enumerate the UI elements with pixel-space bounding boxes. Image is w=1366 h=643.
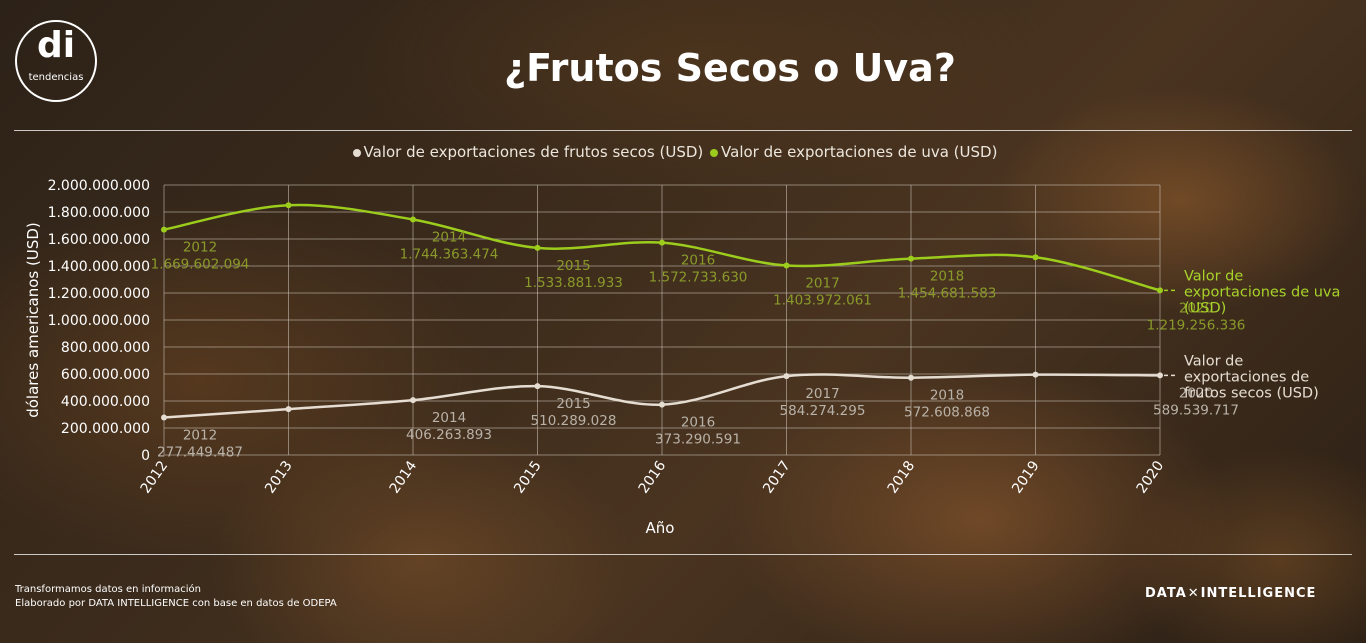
data-label-value-uva: 1.219.256.336 [1147,317,1246,333]
data-label-value-uva: 1.403.972.061 [773,292,872,308]
data-label-year-uva: 2016 [681,253,715,269]
data-point-uva [908,255,914,262]
data-point-frutos [659,401,665,408]
data-label-year-frutos: 2015 [556,396,590,412]
y-tick-label: 400.000.000 [61,394,150,410]
end-label-frutos: frutos secos (USD) [1184,385,1319,401]
end-label-uva: Valor de [1184,268,1243,284]
footer-credits: Transformamos datos en información Elabo… [15,583,337,611]
footer-source: Elaborado por DATA INTELLIGENCE con base… [15,598,337,609]
line-chart: 0 200.000.000 400.000.000 600.000.000 800.00… [24,178,1340,537]
data-point-frutos [908,374,914,381]
x-tick-label: 2017 [760,458,794,496]
data-point-uva [285,202,292,209]
data-label-year-uva: 2018 [930,269,964,285]
data-label-value-frutos: 510.289.028 [531,413,617,429]
data-label-value-frutos: 373.290.591 [655,432,741,448]
data-label-value-uva: 1.669.602.094 [151,257,250,273]
x-tick-label: 2016 [636,458,670,496]
brand-x-icon: ✕ [1187,586,1200,601]
data-point-frutos [1032,371,1039,378]
end-label-uva: exportaciones de uva [1184,284,1340,300]
data-point-frutos [410,397,416,404]
data-point-uva [1032,254,1039,261]
data-label-year-uva: 2015 [556,258,590,274]
data-label-value-frutos: 584.274.295 [780,403,866,419]
data-label-value-frutos: 406.263.893 [406,427,492,443]
data-label-year-frutos: 2017 [805,386,839,402]
data-point-uva [161,226,167,233]
x-tick-label: 2020 [1134,458,1168,496]
x-tick-label: 2019 [1009,458,1043,496]
data-label-value-frutos: 589.539.717 [1153,402,1239,418]
y-tick-label: 1.200.000.000 [48,286,150,302]
x-tick-label: 2013 [262,458,296,496]
data-label-value-uva: 1.572.733.630 [649,270,748,286]
y-axis-title: dólares americanos (USD) [24,222,42,418]
y-tick-label: 1.400.000.000 [48,259,150,275]
data-label-year-uva: 2014 [432,230,466,246]
y-tick-label: 1.600.000.000 [48,232,150,248]
brand-right: INTELLIGENCE [1200,586,1317,601]
end-label-frutos: exportaciones de [1184,369,1309,385]
data-point-uva [534,244,541,251]
y-tick-label: 600.000.000 [61,367,150,383]
y-tick-label: 1.000.000.000 [48,313,150,329]
data-intelligence-logo: DATA✕INTELLIGENCE [1145,586,1316,601]
x-tick-label: 2014 [387,458,421,496]
end-label-uva: (USD) [1184,300,1226,316]
data-label-year-uva: 2012 [183,240,217,256]
data-label-value-uva: 1.744.363.474 [400,247,499,263]
y-tick-label: 0 [141,448,150,464]
data-label-year-frutos: 2018 [930,388,964,404]
footer-tagline: Transformamos datos en información [15,584,201,595]
y-tick-label: 200.000.000 [61,421,150,437]
data-label-year-frutos: 2014 [432,410,466,426]
data-point-uva [659,239,665,246]
x-tick-label: 2018 [885,458,919,496]
data-point-frutos [783,373,790,380]
x-tick-label: 2015 [511,458,545,496]
end-label-frutos: Valor de [1184,353,1243,369]
data-label-value-uva: 1.454.681.583 [898,286,997,302]
data-point-frutos [285,406,292,413]
data-point-frutos [1157,372,1163,379]
data-point-uva [1157,287,1163,294]
bottom-divider [14,554,1352,555]
data-label-value-frutos: 572.608.868 [904,405,990,421]
data-point-frutos [534,383,541,390]
brand-left: DATA [1145,586,1187,601]
data-point-uva [783,262,790,269]
data-point-frutos [161,414,167,421]
data-label-year-frutos: 2012 [183,428,217,444]
x-axis-title: Año [646,519,675,537]
data-point-uva [410,216,416,223]
y-tick-label: 1.800.000.000 [48,205,150,221]
y-tick-label: 800.000.000 [61,340,150,356]
data-label-year-uva: 2017 [805,275,839,291]
data-label-value-uva: 1.533.881.933 [524,275,623,291]
data-label-year-frutos: 2016 [681,415,715,431]
y-tick-label: 2.000.000.000 [48,178,150,194]
data-label-value-frutos: 277.449.487 [157,445,243,461]
